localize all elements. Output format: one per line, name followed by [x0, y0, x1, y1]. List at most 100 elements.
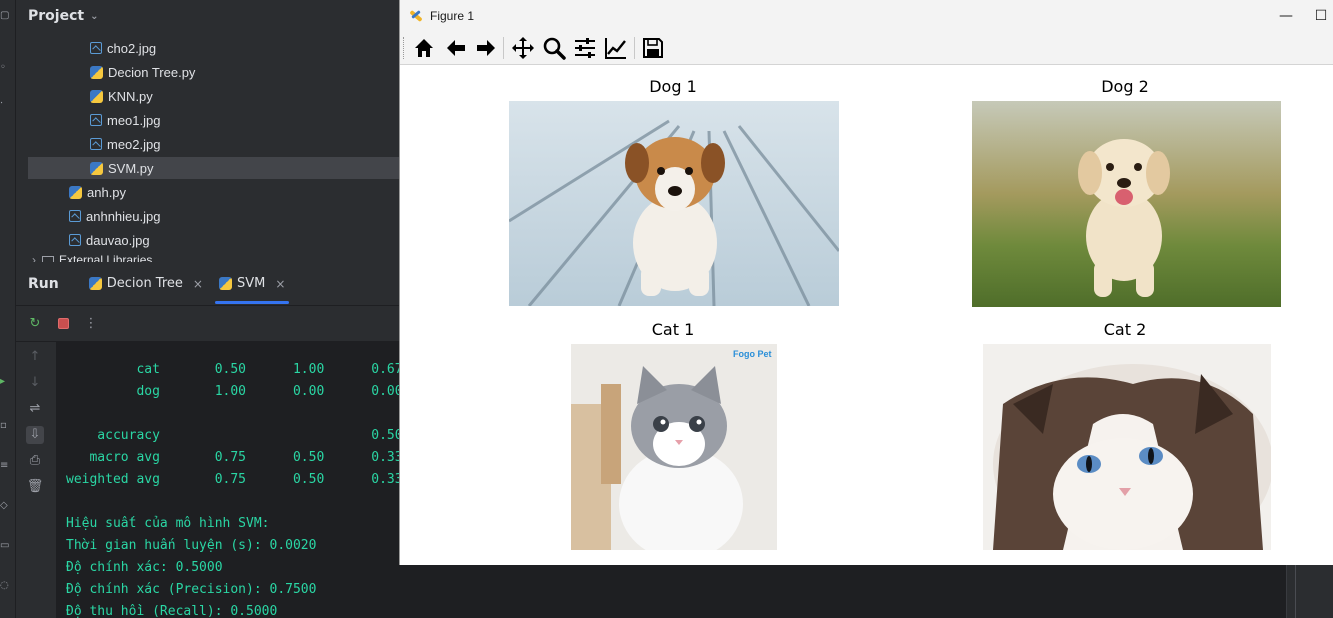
project-title: Project	[28, 8, 85, 24]
image-file-icon	[69, 210, 81, 222]
run-toolbar: ↻ ⋮	[16, 306, 400, 342]
forward-icon[interactable]	[474, 36, 498, 60]
print-icon[interactable]: ⎙	[26, 452, 44, 470]
file-item[interactable]: meo1.jpg	[90, 109, 400, 131]
chevron-right-icon[interactable]: ›	[32, 253, 36, 262]
tab-label: Decion Tree	[106, 276, 183, 291]
file-name: meo2.jpg	[107, 136, 161, 152]
scroll-down-icon[interactable]: ↓	[26, 374, 44, 392]
subplot-title: Dog 2	[1101, 77, 1149, 96]
console-side-toolbar: ↑ ↓ ⇌ ⇩ ⎙ 🗑	[16, 342, 56, 618]
console-line: Thời gian huấn luyện (s): 0.0020	[66, 538, 317, 553]
figure-canvas[interactable]: Dog 1 Dog 2 Cat 1 Fogo Pet Cat 2	[400, 65, 1333, 565]
cat-1-image: Fogo Pet	[571, 344, 777, 550]
run-panel: Run Decion Tree × SVM × ↻ ⋮ ↑ ↓ ⇌ ⇩ ⎙ 🗑	[16, 262, 400, 618]
watermark-text: Fogo Pet	[733, 349, 772, 359]
left-tool-strip: ▢ ◦ ⋅ ▸ ▫ ≡ ◇ ▭ ◌	[0, 0, 16, 618]
subplot-title: Dog 1	[649, 77, 697, 96]
python-file-icon	[90, 161, 103, 175]
file-name: dauvao.jpg	[86, 232, 150, 248]
file-item[interactable]: anhnhieu.jpg	[69, 205, 400, 227]
file-name: anh.py	[87, 184, 127, 200]
editor-background	[400, 565, 1286, 618]
console-output[interactable]: cat 0.50 1.00 0.67 dog 1.00 0.00 0.00 ac…	[56, 342, 400, 618]
stop-icon	[57, 318, 69, 329]
matplotlib-icon	[408, 8, 424, 24]
soft-wrap-icon[interactable]: ⇌	[26, 400, 44, 418]
trash-icon[interactable]: 🗑	[26, 478, 44, 496]
chevron-down-icon[interactable]: ⌄	[90, 11, 98, 22]
back-icon[interactable]	[444, 36, 468, 60]
file-item[interactable]: KNN.py	[90, 85, 400, 107]
image-file-icon	[90, 114, 102, 126]
console-line: macro avg 0.75 0.50 0.33	[66, 450, 400, 465]
cat-2-image	[983, 344, 1271, 550]
python-console-icon[interactable]: ▫	[0, 420, 10, 432]
close-icon[interactable]: ×	[193, 277, 203, 291]
file-item[interactable]: dauvao.jpg	[69, 229, 400, 251]
figure-titlebar[interactable]: Figure 1 — ☐	[400, 0, 1333, 31]
project-tool-icon[interactable]: ▢	[0, 10, 10, 22]
run-title: Run	[28, 275, 59, 292]
console-line: Độ chính xác: 0.5000	[66, 560, 223, 575]
tab-svm[interactable]: SVM ×	[211, 262, 293, 306]
close-icon[interactable]: ×	[275, 277, 285, 291]
python-file-icon	[90, 89, 103, 103]
console-line: Độ chính xác (Precision): 0.7500	[66, 582, 317, 597]
python-file-icon	[90, 65, 103, 79]
scroll-up-icon[interactable]: ↑	[26, 348, 44, 366]
run-tool-icon[interactable]: ▸	[0, 376, 10, 388]
rerun-icon[interactable]: ↻	[26, 315, 44, 333]
console-line: dog 1.00 0.00 0.00	[66, 384, 400, 399]
dog-2-image	[972, 101, 1281, 307]
more-tools-icon[interactable]: ⋅	[0, 98, 10, 110]
subplot-title: Cat 2	[1103, 320, 1147, 339]
layers-icon[interactable]: ≡	[0, 460, 10, 472]
scroll-to-end-icon[interactable]: ⇩	[26, 426, 44, 444]
file-item[interactable]: meo2.jpg	[90, 133, 400, 155]
python-file-icon	[218, 277, 232, 290]
configure-subplots-icon[interactable]	[573, 36, 597, 60]
edit-axis-icon[interactable]	[604, 36, 628, 60]
run-tab-bar: Run Decion Tree × SVM ×	[16, 262, 400, 306]
more-options-icon[interactable]: ⋮	[82, 315, 100, 333]
file-name: meo1.jpg	[107, 112, 161, 128]
pan-icon[interactable]	[511, 36, 535, 60]
right-tool-strip	[1286, 565, 1333, 618]
commit-tool-icon[interactable]: ◦	[0, 62, 10, 74]
services-icon[interactable]: ◇	[0, 500, 10, 512]
file-item[interactable]: anh.py	[69, 181, 400, 203]
stop-button[interactable]	[54, 315, 72, 333]
file-name: KNN.py	[108, 88, 153, 104]
image-file-icon	[90, 42, 102, 54]
image-file-icon	[90, 138, 102, 150]
file-item-selected[interactable]: SVM.py	[28, 157, 400, 179]
file-item[interactable]: cho2.jpg	[90, 37, 400, 59]
project-panel: Project ⌄ cho2.jpg Decion Tree.py KNN.py…	[16, 0, 400, 262]
home-icon[interactable]	[412, 36, 436, 60]
ide-window: ▢ ◦ ⋅ ▸ ▫ ≡ ◇ ▭ ◌ Project ⌄ cho2.jpg Dec…	[0, 0, 1333, 618]
minimize-button[interactable]: —	[1266, 0, 1306, 31]
file-item[interactable]: Decion Tree.py	[90, 61, 400, 83]
console-line: accuracy 0.50	[66, 428, 400, 443]
file-name: anhnhieu.jpg	[86, 208, 161, 224]
python-file-icon	[69, 185, 82, 199]
console-line: weighted avg 0.75 0.50 0.33	[66, 472, 400, 487]
maximize-button[interactable]: ☐	[1308, 0, 1333, 31]
problems-icon[interactable]: ◌	[0, 580, 10, 592]
subplot-title: Cat 1	[651, 320, 695, 339]
project-header[interactable]: Project ⌄	[16, 0, 400, 32]
figure-title: Figure 1	[430, 8, 475, 23]
tab-decion-tree[interactable]: Decion Tree ×	[81, 262, 211, 306]
zoom-icon[interactable]	[542, 36, 566, 60]
console-line: Hiệu suất của mô hình SVM:	[66, 516, 270, 531]
save-icon[interactable]	[641, 36, 665, 60]
dog-1-image	[509, 101, 839, 306]
console-line: Độ thu hồi (Recall): 0.5000	[66, 604, 278, 618]
terminal-icon[interactable]: ▭	[0, 540, 10, 552]
file-name: Decion Tree.py	[108, 64, 196, 80]
file-name: cho2.jpg	[107, 40, 157, 56]
toolbar-grip	[403, 37, 406, 59]
python-file-icon	[88, 277, 102, 290]
image-file-icon	[69, 234, 81, 246]
